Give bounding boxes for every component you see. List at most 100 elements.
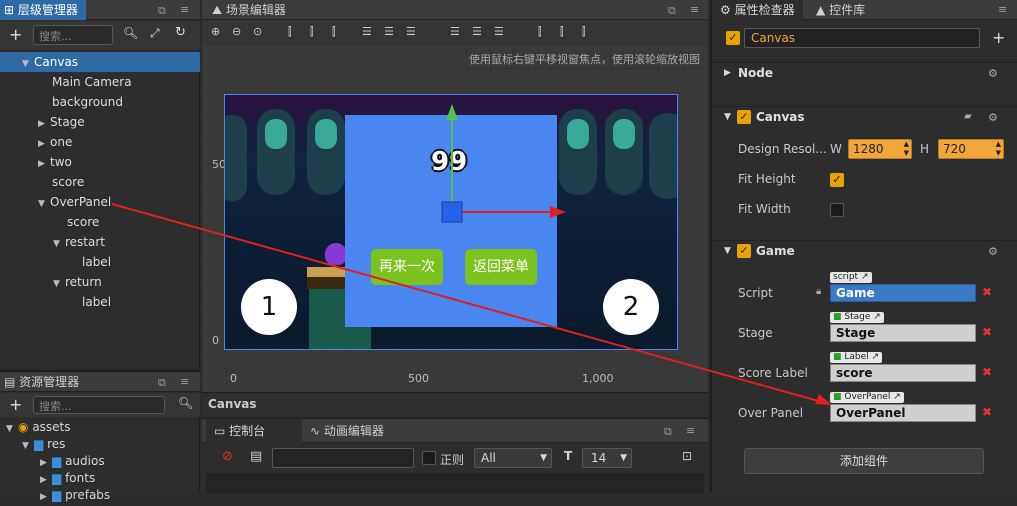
open-log-icon[interactable]: ▤ (250, 449, 262, 464)
align-left-icon[interactable]: ⫿ (288, 25, 292, 39)
add-icon[interactable]: + (992, 28, 1005, 47)
tab-assets[interactable]: ▤ 资源管理器 (4, 372, 79, 392)
menu-icon[interactable]: ≡ (690, 3, 699, 16)
menu-icon[interactable]: ≡ (998, 3, 1007, 16)
tree-item-fonts[interactable]: ▶ ▆ fonts (0, 470, 200, 487)
scene-viewport[interactable]: 使用鼠标右键平移视窗焦点，使用滚轮缩放视图 500 0 0 500 1,000 … (202, 44, 708, 392)
tree-item-audios[interactable]: ▶ ▆ audios (0, 453, 200, 470)
zoom-out-icon[interactable]: ⊖ (232, 25, 241, 38)
regex-checkbox[interactable] (422, 451, 436, 465)
gear-icon[interactable]: ⚙ (988, 67, 998, 80)
search-icon[interactable]: 🔍︎ (178, 396, 193, 410)
design-resolution-label: Design Resol... (738, 142, 827, 156)
align-vcenter-icon[interactable]: ☰ (384, 25, 394, 38)
node-active-checkbox[interactable]: ✓ (726, 31, 740, 45)
menu-icon[interactable]: ≡ (686, 424, 695, 437)
menu-icon[interactable]: ≡ (180, 3, 189, 16)
search-icon[interactable]: 🔍︎ (123, 26, 138, 40)
font-size-select[interactable]: 14 ▼ (582, 448, 632, 468)
align-top-icon[interactable]: ☰ (362, 25, 372, 38)
clear-over-panel-icon[interactable]: ✖ (982, 405, 992, 419)
tab-console[interactable]: ▭ 控制台 (206, 419, 302, 443)
distribute-right-icon[interactable]: ⫿ (582, 25, 586, 39)
align-bottom-icon[interactable]: ☰ (406, 25, 416, 38)
tree-item-stage[interactable]: ▶ Stage (0, 112, 200, 132)
add-node-icon[interactable]: + (9, 25, 22, 44)
tree-item-assets[interactable]: ▼ ◉ assets (0, 419, 200, 436)
align-hcenter-icon[interactable]: ⫿ (310, 25, 314, 39)
design-width-input[interactable]: 1280 ▲ ▼ (848, 139, 912, 159)
clear-icon[interactable]: ⊘ (222, 449, 233, 464)
distribute-bottom-icon[interactable]: ☰ (494, 25, 504, 38)
x-axis-label-500: 500 (408, 372, 429, 385)
add-asset-icon[interactable]: + (9, 395, 22, 414)
gear-icon[interactable]: ⚙ (988, 245, 998, 258)
tree-item-one[interactable]: ▶ one (0, 132, 200, 152)
tree-item-restart-label[interactable]: label (0, 252, 200, 272)
tree-item-overpanel-score[interactable]: score (0, 212, 200, 232)
menu-icon[interactable]: ≡ (180, 375, 189, 388)
tree-item-two[interactable]: ▶ two (0, 152, 200, 172)
clear-script-icon[interactable]: ✖ (982, 285, 992, 299)
score-label-field[interactable]: score (830, 364, 976, 382)
game-enabled-checkbox[interactable]: ✓ (737, 244, 751, 258)
tree-item-main-camera[interactable]: Main Camera (0, 72, 200, 92)
hierarchy-search-input[interactable]: 搜索... (33, 25, 113, 45)
stepper-icon[interactable]: ▲ ▼ (904, 140, 909, 158)
fit-width-checkbox[interactable] (830, 203, 844, 217)
book-icon[interactable]: ▰ (964, 111, 972, 122)
distribute-hcenter-icon[interactable]: ⫿ (560, 25, 564, 39)
clear-score-icon[interactable]: ✖ (982, 365, 992, 379)
distribute-vcenter-icon[interactable]: ☰ (472, 25, 482, 38)
tree-item-overpanel[interactable]: ▼ OverPanel (0, 192, 200, 212)
design-height-input[interactable]: 720 ▲ ▼ (938, 139, 1004, 159)
script-field[interactable]: Game (830, 284, 976, 302)
popout-icon[interactable]: ⧉ (158, 376, 166, 390)
popout-icon[interactable]: ⧉ (664, 425, 672, 439)
tree-item-return[interactable]: ▼ return (0, 272, 200, 292)
tree-item-canvas[interactable]: ▼ Canvas (0, 52, 200, 72)
distribute-top-icon[interactable]: ☰ (450, 25, 460, 38)
stage-field[interactable]: Stage (830, 324, 976, 342)
zoom-reset-icon[interactable]: ⊙ (253, 25, 262, 38)
canvas-enabled-checkbox[interactable]: ✓ (737, 110, 751, 124)
tree-item-return-label[interactable]: label (0, 292, 200, 312)
tree-item-background[interactable]: background (0, 92, 200, 112)
node-name-input[interactable]: Canvas (744, 28, 980, 48)
section-node[interactable]: ▶ Node ⚙ (712, 62, 1017, 84)
tab-hierarchy[interactable]: ⊞ 层级管理器 (0, 0, 86, 20)
assets-search-input[interactable]: 搜索... (33, 396, 165, 414)
align-right-icon[interactable]: ⫿ (332, 25, 336, 39)
tab-scene[interactable]: ⛰ 场景编辑器 (212, 0, 286, 20)
over-panel-field[interactable]: OverPanel (830, 404, 976, 422)
collapse-icon[interactable]: ⊡ (682, 449, 692, 463)
zoom-in-icon[interactable]: ⊕ (211, 25, 220, 38)
node-icon: ■ (833, 352, 842, 362)
hierarchy-toolbar: + 搜索... 🔍︎ ⤢ ↻ (0, 21, 200, 49)
section-canvas[interactable]: ▼ ✓ Canvas ▰ ⚙ (712, 106, 1017, 128)
restart-button[interactable]: 再来一次 (371, 249, 443, 285)
gear-icon[interactable]: ⚙ (988, 111, 998, 124)
tab-animation[interactable]: ∿ 动画编辑器 (310, 421, 384, 441)
stepper-icon[interactable]: ▲ ▼ (996, 140, 1001, 158)
refresh-icon[interactable]: ↻ (175, 25, 186, 40)
fit-height-checkbox[interactable]: ✓ (830, 173, 844, 187)
tree-item-restart[interactable]: ▼ restart (0, 232, 200, 252)
add-component-button[interactable]: 添加组件 (744, 448, 984, 474)
console-filter-input[interactable] (272, 448, 414, 468)
distribute-left-icon[interactable]: ⫿ (538, 25, 542, 39)
script-label: Script (738, 286, 773, 300)
return-button[interactable]: 返回菜单 (465, 249, 537, 285)
tab-widgets[interactable]: ▲ 控件库 (816, 0, 865, 20)
tab-inspector[interactable]: ⚙ 属性检查器 (712, 0, 803, 20)
expand-icon[interactable]: ⤢ (150, 26, 160, 41)
popout-icon[interactable]: ⧉ (158, 4, 166, 18)
log-level-select[interactable]: All ▼ (474, 448, 552, 468)
tree-item-res[interactable]: ▼ ▆ res (0, 436, 200, 453)
clear-stage-icon[interactable]: ✖ (982, 325, 992, 339)
tree-item-prefabs[interactable]: ▶ ▆ prefabs (0, 487, 200, 504)
transform-gizmo[interactable] (422, 102, 572, 232)
popout-icon[interactable]: ⧉ (668, 4, 676, 18)
section-game[interactable]: ▼ ✓ Game ⚙ (712, 240, 1017, 262)
tree-item-score[interactable]: score (0, 172, 200, 192)
